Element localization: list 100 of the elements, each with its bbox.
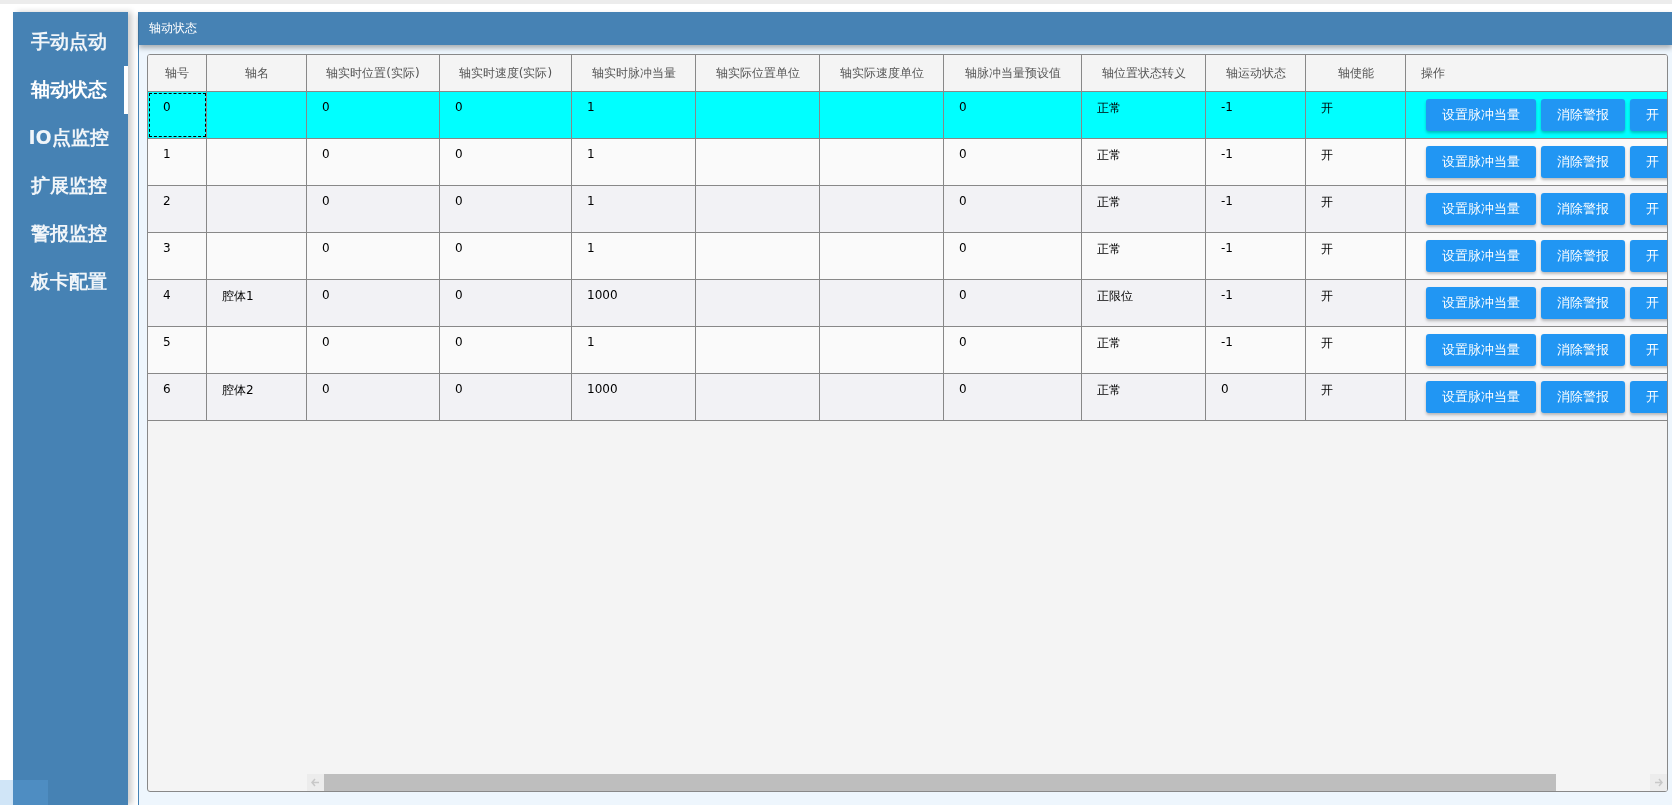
- table-cell: 6: [148, 374, 207, 420]
- table-row[interactable]: 0 0 0 1 0 正常 -1 开 设置脉冲当量 消除警报 开: [148, 92, 1667, 139]
- table-cell: 0: [440, 92, 572, 138]
- table-cell: 3: [148, 233, 207, 279]
- table-cell: 0: [307, 233, 440, 279]
- table-cell: 0: [440, 327, 572, 373]
- table-cell: 开: [1306, 233, 1406, 279]
- table-cell: 正常: [1082, 327, 1206, 373]
- column-header: 轴位置状态转义: [1082, 55, 1206, 91]
- action-button[interactable]: 消除警报: [1541, 193, 1625, 225]
- panel-title: 轴动状态: [149, 20, 197, 37]
- action-button[interactable]: 设置脉冲当量: [1426, 99, 1536, 131]
- table-cell: 正常: [1082, 139, 1206, 185]
- sidebar-item[interactable]: 轴动状态: [13, 66, 128, 114]
- column-header: 轴实时速度(实际): [440, 55, 572, 91]
- table-cell: 正常: [1082, 233, 1206, 279]
- table-cell: 0: [440, 186, 572, 232]
- action-button[interactable]: 消除警报: [1541, 99, 1625, 131]
- table-cell: 1: [148, 139, 207, 185]
- table-cell: -1: [1206, 233, 1306, 279]
- table-cell: 0: [307, 92, 440, 138]
- action-button[interactable]: 设置脉冲当量: [1426, 146, 1536, 178]
- action-button[interactable]: 设置脉冲当量: [1426, 287, 1536, 319]
- table-cell: 腔体2: [207, 374, 307, 420]
- table-cell: 0: [440, 374, 572, 420]
- action-button[interactable]: 设置脉冲当量: [1426, 240, 1536, 272]
- column-header: 轴实时位置(实际): [307, 55, 440, 91]
- table-cell: 0: [307, 280, 440, 326]
- corner-highlight: [0, 780, 48, 805]
- action-button[interactable]: 开: [1630, 99, 1667, 131]
- table-cell: -1: [1206, 327, 1306, 373]
- sidebar-item[interactable]: 警报监控: [13, 210, 128, 258]
- table-cell: 1: [572, 327, 696, 373]
- column-header: 轴实时脉冲当量: [572, 55, 696, 91]
- table-cell: 0: [944, 280, 1082, 326]
- table-cell: 开: [1306, 280, 1406, 326]
- action-button[interactable]: 设置脉冲当量: [1426, 193, 1536, 225]
- table-cell: 0: [440, 139, 572, 185]
- table-cell: 0: [307, 186, 440, 232]
- table-cell: 0: [944, 374, 1082, 420]
- table-cell: 5: [148, 327, 207, 373]
- action-button[interactable]: 消除警报: [1541, 146, 1625, 178]
- action-button[interactable]: 消除警报: [1541, 287, 1625, 319]
- action-button[interactable]: 消除警报: [1541, 381, 1625, 413]
- sidebar-item[interactable]: 手动点动: [13, 18, 128, 66]
- table-cell: 正限位: [1082, 280, 1206, 326]
- table-cell: 0: [944, 139, 1082, 185]
- table-cell: -1: [1206, 139, 1306, 185]
- table-cell: 0: [944, 92, 1082, 138]
- table-cell: 0: [440, 280, 572, 326]
- action-button[interactable]: 开: [1630, 334, 1667, 366]
- table-cell: 腔体1: [207, 280, 307, 326]
- column-header: 轴号: [148, 55, 207, 91]
- column-header: 轴使能: [1306, 55, 1406, 91]
- table-cell: 0: [307, 139, 440, 185]
- column-header: 轴实际位置单位: [696, 55, 820, 91]
- action-button[interactable]: 消除警报: [1541, 334, 1625, 366]
- column-header: 轴实际速度单位: [820, 55, 944, 91]
- table-cell: 1: [572, 139, 696, 185]
- table-cell: 0: [440, 233, 572, 279]
- action-button[interactable]: 开: [1630, 240, 1667, 272]
- action-button[interactable]: 开: [1630, 381, 1667, 413]
- table-cell: 0: [148, 92, 207, 138]
- table-cell: 1000: [572, 280, 696, 326]
- table-cell: 0: [944, 233, 1082, 279]
- sidebar-item[interactable]: IO点监控: [13, 114, 128, 162]
- action-button[interactable]: 设置脉冲当量: [1426, 381, 1536, 413]
- column-header: 操作: [1420, 64, 1446, 82]
- sidebar-item[interactable]: 板卡配置: [13, 258, 128, 306]
- table-cell: -1: [1206, 280, 1306, 326]
- action-button[interactable]: 设置脉冲当量: [1426, 334, 1536, 366]
- sidebar-item[interactable]: 扩展监控: [13, 162, 128, 210]
- table-cell: 开: [1306, 92, 1406, 138]
- action-button[interactable]: 开: [1630, 146, 1667, 178]
- table-row[interactable]: 4 腔体1 0 0 1000 0 正限位 -1 开 设置脉冲当量 消除警报 开: [148, 280, 1667, 327]
- table-cell: 开: [1306, 374, 1406, 420]
- table-row[interactable]: 6 腔体2 0 0 1000 0 正常 0 开 设置脉冲当量 消除警报 开: [148, 374, 1667, 421]
- table-cell: 开: [1306, 186, 1406, 232]
- action-button[interactable]: 开: [1630, 193, 1667, 225]
- table-cell: 开: [1306, 139, 1406, 185]
- table-cell: 1: [572, 233, 696, 279]
- action-button[interactable]: 开: [1630, 287, 1667, 319]
- column-header: 轴名: [207, 55, 307, 91]
- table-row[interactable]: 1 0 0 1 0 正常 -1 开 设置脉冲当量 消除警报 开: [148, 139, 1667, 186]
- table-cell: 正常: [1082, 92, 1206, 138]
- table-cell: 0: [944, 186, 1082, 232]
- table-cell: 1: [572, 186, 696, 232]
- table-row[interactable]: 2 0 0 1 0 正常 -1 开 设置脉冲当量 消除警报 开: [148, 186, 1667, 233]
- column-header: 轴脉冲当量预设值: [944, 55, 1082, 91]
- table-cell: -1: [1206, 186, 1306, 232]
- table-cell: 0: [307, 374, 440, 420]
- table-cell: 4: [148, 280, 207, 326]
- table-cell: 2: [148, 186, 207, 232]
- table-row[interactable]: 5 0 0 1 0 正常 -1 开 设置脉冲当量 消除警报 开: [148, 327, 1667, 374]
- table-row[interactable]: 3 0 0 1 0 正常 -1 开 设置脉冲当量 消除警报 开: [148, 233, 1667, 280]
- action-button[interactable]: 消除警报: [1541, 240, 1625, 272]
- table-cell: 0: [307, 327, 440, 373]
- table-cell: 0: [944, 327, 1082, 373]
- table-cell: 正常: [1082, 374, 1206, 420]
- table-cell: 1000: [572, 374, 696, 420]
